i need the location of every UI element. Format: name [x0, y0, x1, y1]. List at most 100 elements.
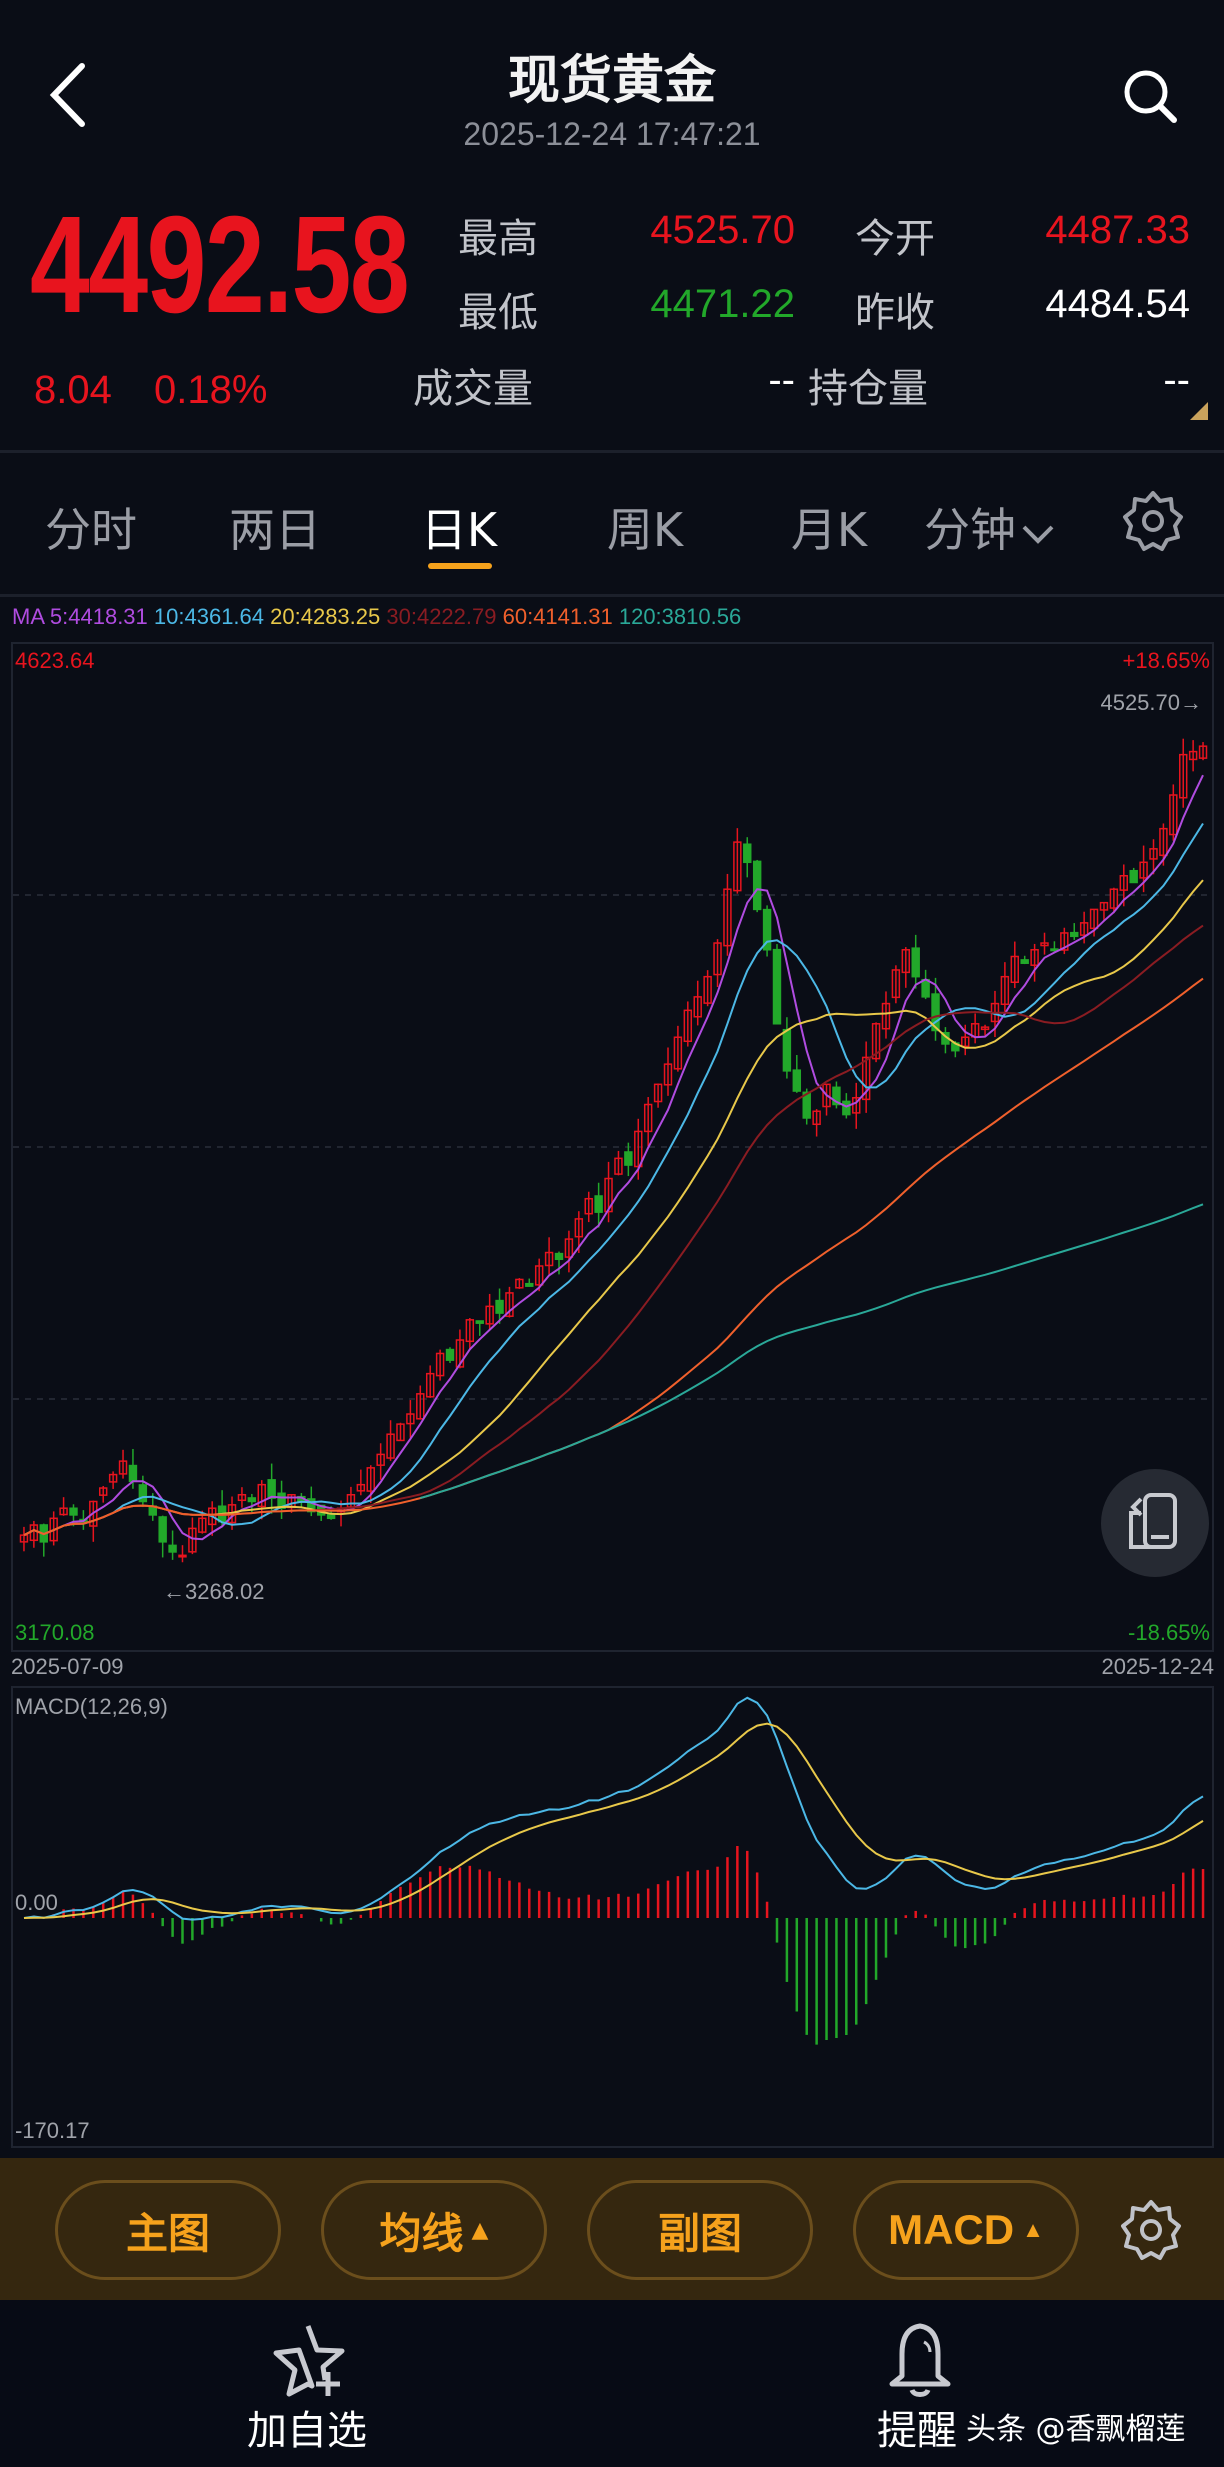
- ma60-line: [23, 977, 1204, 1536]
- macd-min-label: -170.17: [15, 2118, 90, 2143]
- macd-dea-line: [23, 1722, 1204, 1919]
- add-watchlist-label: 加自选: [247, 2408, 367, 2454]
- candle: [624, 1151, 633, 1166]
- candle: [842, 1100, 851, 1116]
- candle: [743, 843, 752, 864]
- indicator-label: MACD: [888, 2206, 1015, 2253]
- tab-daily-k[interactable]: 日K: [421, 494, 497, 560]
- page-title: 现货黄金: [507, 51, 716, 111]
- sub-chart-button[interactable]: 副图: [587, 2180, 813, 2280]
- caret-up-icon: ▲: [1022, 2217, 1044, 2242]
- price-change: 8.04: [34, 368, 112, 412]
- prev-close-label: 昨收: [855, 290, 935, 336]
- candle: [911, 947, 920, 978]
- caret-up-icon: ▲: [471, 2217, 489, 2243]
- price-change-pct: 0.18%: [154, 368, 268, 412]
- settings-gear-icon[interactable]: [1122, 490, 1184, 552]
- rotate-screen-button[interactable]: [1101, 1469, 1209, 1577]
- divider: [0, 450, 1224, 453]
- low-label: 最低: [458, 290, 538, 336]
- candle: [594, 1195, 603, 1213]
- candle: [554, 1252, 564, 1261]
- candle: [475, 1320, 484, 1324]
- indicator-button[interactable]: MACD ▲: [853, 2180, 1079, 2280]
- low-marker: ←3268.02: [163, 1579, 265, 1604]
- open-value: 4487.33: [1045, 208, 1190, 252]
- candle: [1129, 869, 1138, 884]
- candle: [772, 948, 782, 1025]
- active-tab-indicator: [428, 563, 492, 569]
- open-interest-label: 持仓量: [808, 366, 928, 412]
- pct-min-label: -18.65%: [1128, 1620, 1210, 1645]
- tab-intraday[interactable]: 分时: [45, 494, 137, 560]
- candle: [752, 860, 762, 911]
- ma30-line: [23, 924, 1204, 1536]
- open-label: 今开: [855, 216, 935, 262]
- divider: [0, 594, 1224, 597]
- star-plus-icon: [273, 2325, 345, 2397]
- open-interest-value: --: [1163, 358, 1190, 402]
- y-min-label: 3170.08: [15, 1620, 95, 1645]
- tab-weekly-k[interactable]: 周K: [607, 494, 683, 560]
- macd-canvas: [23, 1696, 1205, 2045]
- candle: [792, 1069, 802, 1092]
- main-chart-button[interactable]: 主图: [55, 2180, 281, 2280]
- ma20-line: [23, 879, 1204, 1536]
- macd-dif-line: [23, 1696, 1204, 1921]
- candle: [267, 1479, 276, 1499]
- pct-max-label: +18.65%: [1122, 648, 1210, 673]
- volume-value: --: [768, 358, 795, 402]
- chevron-down-icon: [1022, 525, 1054, 544]
- tab-minute-label: 分钟: [924, 503, 1016, 557]
- high-marker: 4525.70→: [1100, 690, 1202, 715]
- sub-chart-label: 副图: [657, 2208, 742, 2258]
- toolbar-settings-gear-icon[interactable]: [1120, 2199, 1182, 2261]
- candle: [495, 1299, 504, 1314]
- alert-label: 提醒: [877, 2408, 957, 2454]
- volume-label: 成交量: [413, 366, 533, 412]
- kline-chart[interactable]: 4623.64 +18.65% 4525.70→ ←3268.02 3170.0…: [11, 642, 1214, 1652]
- candle: [782, 1028, 792, 1072]
- quote-datetime: 2025-12-24 17:47:21: [463, 116, 761, 152]
- main-chart-label: 主图: [125, 2208, 210, 2258]
- ma120-line: [420, 1203, 1204, 1500]
- expand-corner-icon[interactable]: [1190, 402, 1208, 420]
- candle: [168, 1544, 177, 1553]
- high-value: 4525.70: [650, 208, 795, 252]
- prev-close-value: 4484.54: [1045, 282, 1190, 326]
- tab-minute[interactable]: 分钟: [924, 494, 1056, 560]
- rotate-phone-icon: [1129, 1493, 1177, 1549]
- candle: [69, 1507, 78, 1516]
- ma10-value: 10:4361.64: [153, 604, 265, 629]
- ma60-value: 60:4141.31: [502, 604, 613, 629]
- macd-zero-label: 0.00: [15, 1890, 58, 1915]
- tab-two-day[interactable]: 两日: [229, 494, 321, 560]
- last-price: 4492.58: [30, 188, 410, 342]
- bell-icon: [889, 2323, 951, 2397]
- ma5-value: MA 5:4418.31: [12, 604, 148, 629]
- x-start-label: 2025-07-09: [11, 1654, 124, 1679]
- search-icon[interactable]: [1120, 66, 1180, 126]
- ma-legend: MA 5:4418.31 10:4361.64 20:4283.25 30:42…: [12, 604, 741, 630]
- tab-monthly-k[interactable]: 月K: [791, 494, 867, 560]
- ma-button[interactable]: 均线 ▲: [321, 2180, 547, 2280]
- candle: [128, 1464, 138, 1483]
- x-end-label: 2025-12-24: [1101, 1654, 1214, 1679]
- macd-chart[interactable]: MACD(12,26,9) 0.00 -170.17: [11, 1686, 1214, 2148]
- ma-label: 均线: [379, 2208, 464, 2258]
- ma30-value: 30:4222.79: [386, 604, 497, 629]
- candle: [247, 1497, 257, 1503]
- kline-canvas: [13, 738, 1212, 1563]
- watermark: 头条 @香飘榴莲: [966, 2412, 1186, 2447]
- y-max-label: 4623.64: [15, 648, 95, 673]
- candle: [158, 1516, 167, 1543]
- ma120-value: 120:3810.56: [618, 604, 742, 629]
- macd-title: MACD(12,26,9): [15, 1694, 168, 1719]
- candle: [1070, 931, 1079, 938]
- low-value: 4471.22: [650, 282, 795, 326]
- high-label: 最高: [458, 216, 538, 262]
- candle: [525, 1282, 534, 1287]
- candle: [1020, 959, 1029, 964]
- ma5-line: [23, 774, 1204, 1541]
- ma20-value: 20:4283.25: [270, 604, 381, 629]
